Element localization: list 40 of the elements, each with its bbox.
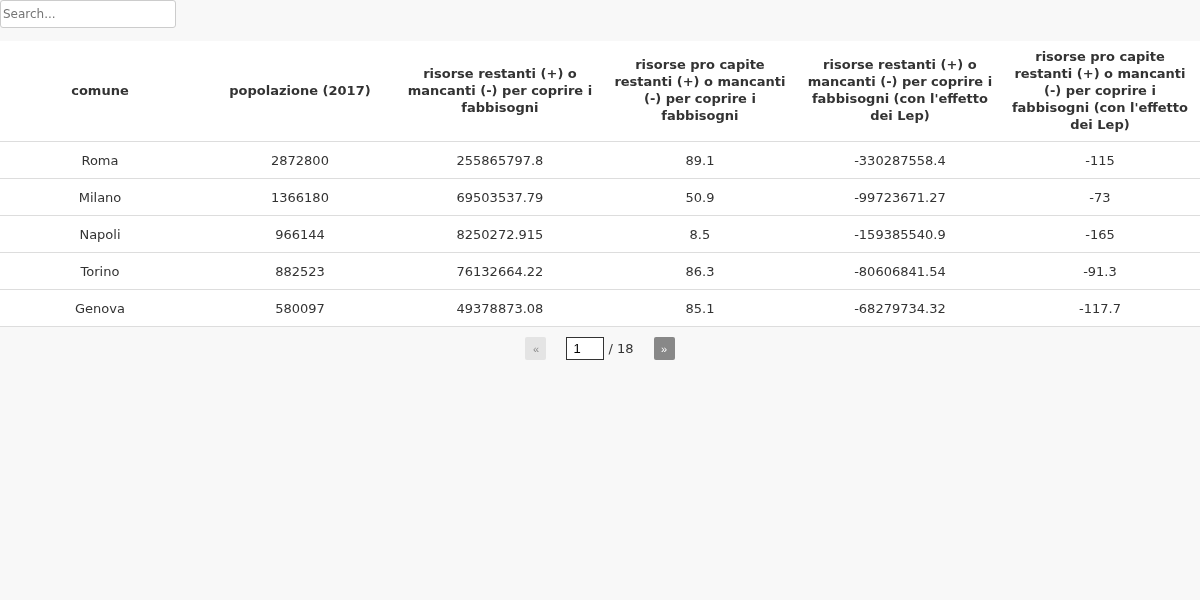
next-page-button[interactable]: » [653, 337, 675, 361]
column-header: risorse pro capite restanti (+) o mancanti (-) per coprire i fabbisogni [599, 41, 800, 142]
table-cell: -165 [999, 215, 1200, 253]
table-cell: 76132664.22 [399, 252, 600, 290]
column-header: comune [0, 41, 200, 142]
table-cell: Milano [0, 178, 200, 216]
table-cell: 69503537.79 [399, 178, 600, 216]
table-cell: -91.3 [999, 252, 1200, 290]
table-cell: 966144 [200, 215, 400, 253]
table-cell: Napoli [0, 215, 200, 253]
table-cell: -115 [999, 141, 1200, 179]
table-cell: 255865797.8 [399, 141, 600, 179]
table-cell: 8.5 [599, 215, 800, 253]
table-cell: 50.9 [599, 178, 800, 216]
table-cell: -159385540.9 [799, 215, 1000, 253]
table-cell: -73 [999, 178, 1200, 216]
column-header: risorse restanti (+) o mancanti (-) per coprire i fabbisogni [399, 41, 600, 142]
table-cell: 49378873.08 [399, 289, 600, 327]
table-cell: -330287558.4 [799, 141, 1000, 179]
table-cell: 85.1 [599, 289, 800, 327]
table-cell: -99723671.27 [799, 178, 1000, 216]
column-header: risorse pro capite restanti (+) o mancanti (-) per coprire i fabbisogni (con l'effetto dei Lep) [999, 41, 1200, 142]
table-cell: 580097 [200, 289, 400, 327]
page-total: / 18 [608, 341, 634, 357]
table-cell: 1366180 [200, 178, 400, 216]
table-cell: -80606841.54 [799, 252, 1000, 290]
table-cell: Roma [0, 141, 200, 179]
column-header: risorse restanti (+) o mancanti (-) per coprire i fabbisogni (con l'effetto dei Lep) [799, 41, 1000, 142]
search-field[interactable]: Search... [0, 0, 176, 28]
table-cell: 882523 [200, 252, 400, 290]
table-cell: 8250272.915 [399, 215, 600, 253]
table-cell: -68279734.32 [799, 289, 1000, 327]
table-cell: Torino [0, 252, 200, 290]
table-cell: -117.7 [999, 289, 1200, 327]
table-cell: 86.3 [599, 252, 800, 290]
page-number-field[interactable]: 1 [566, 337, 605, 361]
table-cell: Genova [0, 289, 200, 327]
table-cell: 89.1 [599, 141, 800, 179]
column-header: popolazione (2017) [200, 41, 400, 142]
table-cell: 2872800 [200, 141, 400, 179]
